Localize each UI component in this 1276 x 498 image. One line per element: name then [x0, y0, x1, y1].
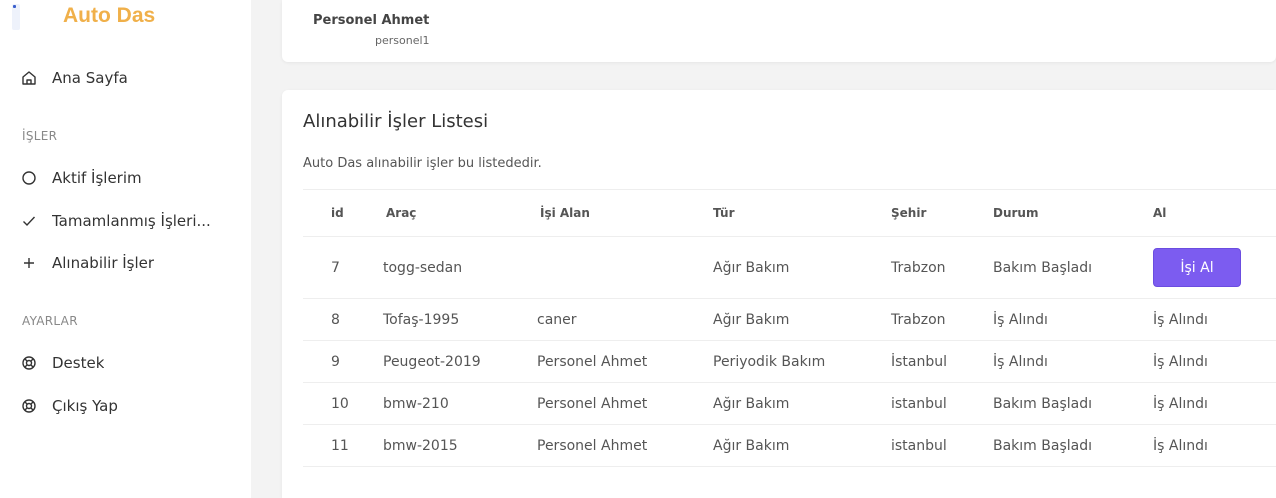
brand-title[interactable]: Auto Das	[63, 4, 155, 28]
cell-assignee: Personel Ahmet	[537, 424, 713, 467]
cell-id: 7	[303, 236, 383, 299]
circle-icon	[20, 169, 38, 187]
sidebar-item-label: Ana Sayfa	[52, 69, 128, 87]
logo-icon	[12, 4, 20, 30]
column-header-take: Al	[1153, 189, 1276, 237]
cell-vehicle: bmw-210	[383, 382, 537, 425]
table-header-row: id Araç İşi Alan Tür Şehir Durum Al	[303, 189, 1276, 237]
lifebuoy-icon	[20, 354, 38, 372]
section-label-settings: AYARLAR	[22, 314, 78, 328]
cell-take: İş Alındı	[1153, 340, 1276, 383]
table-row: 8 Tofaş-1995 caner Ağır Bakım Trabzon İş…	[303, 298, 1276, 341]
cell-take: İş Alındı	[1153, 298, 1276, 341]
cell-assignee	[537, 236, 713, 299]
cell-take: İş Alındı	[1153, 382, 1276, 425]
table-row: 10 bmw-210 Personel Ahmet Ağır Bakım ist…	[303, 382, 1276, 425]
cell-id: 8	[303, 298, 383, 341]
user-name: Personel Ahmet	[313, 13, 430, 28]
table-row: 7 togg-sedan Ağır Bakım Trabzon Bakım Ba…	[303, 236, 1276, 299]
cell-city: istanbul	[891, 382, 993, 425]
lifebuoy-icon	[20, 397, 38, 415]
cell-assignee: caner	[537, 298, 713, 341]
cell-city: Trabzon	[891, 298, 993, 341]
sidebar: Auto Das Ana Sayfa İŞLER Aktif İşlerim T…	[0, 0, 251, 498]
jobs-table: id Araç İşi Alan Tür Şehir Durum Al 7 to…	[303, 189, 1276, 467]
cell-assignee: Personel Ahmet	[537, 382, 713, 425]
sidebar-item-available-jobs[interactable]: Alınabilir İşler	[20, 248, 240, 278]
cell-id: 11	[303, 424, 383, 467]
cell-take: İş Alındı	[1153, 424, 1276, 467]
sidebar-item-support[interactable]: Destek	[20, 348, 240, 378]
cell-vehicle: togg-sedan	[383, 236, 537, 299]
sidebar-item-logout[interactable]: Çıkış Yap	[20, 391, 240, 421]
user-card: Personel Ahmet personel1	[282, 0, 1276, 62]
take-job-button[interactable]: İşi Al	[1153, 248, 1241, 287]
cell-vehicle: Peugeot-2019	[383, 340, 537, 383]
cell-type: Ağır Bakım	[713, 236, 891, 299]
cell-id: 9	[303, 340, 383, 383]
cell-assignee: Personel Ahmet	[537, 340, 713, 383]
column-header-vehicle: Araç	[383, 189, 537, 237]
cell-status: Bakım Başladı	[993, 382, 1153, 425]
cell-city: istanbul	[891, 424, 993, 467]
table-row: 9 Peugeot-2019 Personel Ahmet Periyodik …	[303, 340, 1276, 383]
cell-type: Periyodik Bakım	[713, 340, 891, 383]
column-header-assignee: İşi Alan	[537, 189, 713, 237]
home-icon	[20, 69, 38, 87]
cell-status: İş Alındı	[993, 298, 1153, 341]
table-row: 11 bmw-2015 Personel Ahmet Ağır Bakım is…	[303, 424, 1276, 467]
column-header-type: Tür	[713, 189, 891, 237]
sidebar-item-label: Aktif İşlerim	[52, 169, 142, 187]
sidebar-item-label: Alınabilir İşler	[52, 254, 155, 272]
jobs-card: Alınabilir İşler Listesi Auto Das alınab…	[282, 90, 1276, 498]
cell-type: Ağır Bakım	[713, 424, 891, 467]
sidebar-item-home[interactable]: Ana Sayfa	[20, 63, 240, 93]
cell-status: Bakım Başladı	[993, 236, 1153, 299]
sidebar-item-label: Destek	[52, 354, 105, 372]
cell-city: İstanbul	[891, 340, 993, 383]
check-icon	[20, 212, 38, 230]
cell-type: Ağır Bakım	[713, 298, 891, 341]
cell-take: İşi Al	[1153, 236, 1276, 299]
cell-status: Bakım Başladı	[993, 424, 1153, 467]
column-header-id: id	[303, 189, 383, 237]
column-header-status: Durum	[993, 189, 1153, 237]
sidebar-item-completed-jobs[interactable]: Tamamlanmış İşleri...	[20, 206, 240, 236]
cell-city: Trabzon	[891, 236, 993, 299]
cell-vehicle: bmw-2015	[383, 424, 537, 467]
sidebar-item-label: Tamamlanmış İşleri...	[52, 212, 211, 230]
page-title: Alınabilir İşler Listesi	[303, 111, 489, 132]
sidebar-item-label: Çıkış Yap	[52, 397, 118, 415]
cell-id: 10	[303, 382, 383, 425]
cell-status: İş Alındı	[993, 340, 1153, 383]
column-header-city: Şehir	[891, 189, 993, 237]
plus-icon	[20, 254, 38, 272]
page-description: Auto Das alınabilir işler bu listededir.	[303, 156, 542, 171]
cell-vehicle: Tofaş-1995	[383, 298, 537, 341]
cell-type: Ağır Bakım	[713, 382, 891, 425]
user-login: personel1	[375, 34, 430, 47]
section-label-jobs: İŞLER	[22, 129, 58, 143]
sidebar-item-active-jobs[interactable]: Aktif İşlerim	[20, 163, 240, 193]
